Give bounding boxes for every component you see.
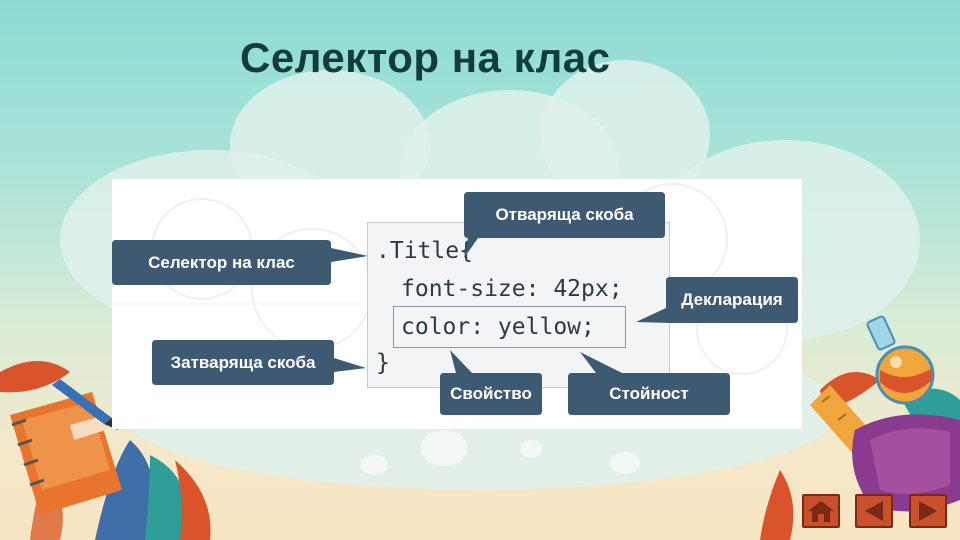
home-button[interactable] [802, 494, 840, 528]
previous-slide-button[interactable] [855, 494, 893, 528]
next-slide-button[interactable] [909, 494, 947, 528]
callout-property: Свойство [450, 384, 532, 403]
home-icon [808, 501, 834, 522]
callout-declaration: Декларация [681, 290, 783, 309]
arrow-right-icon [919, 501, 937, 521]
slide: Селектор на клас .Title{ font-size: 42px… [0, 0, 960, 540]
callout-closing-brace: Затваряща скоба [170, 352, 316, 372]
callout-opening-brace: Отваряща скоба [495, 205, 634, 224]
arrow-left-icon [865, 501, 883, 521]
callout-value: Стойност [609, 384, 689, 403]
callout-class-selector: Селектор на клас [148, 252, 295, 272]
